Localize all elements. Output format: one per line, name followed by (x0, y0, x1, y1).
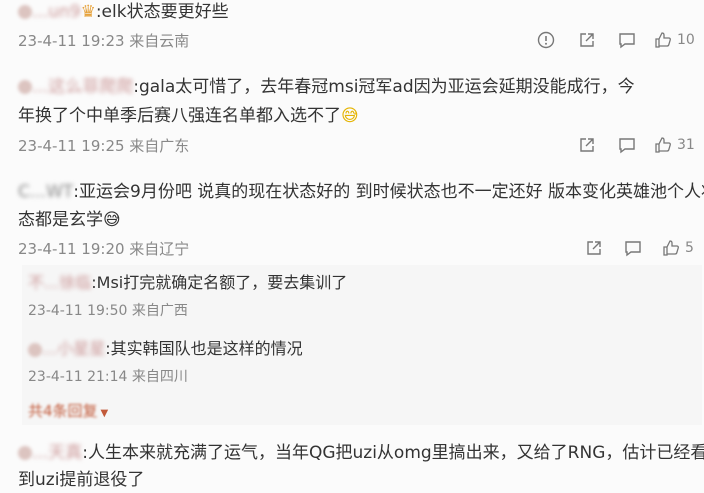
more-replies-label: 共4条回复 (28, 402, 98, 420)
report-icon[interactable] (537, 31, 555, 49)
more-replies-link[interactable]: 共4条回复 ▼ (28, 400, 108, 421)
like-button[interactable]: 31 (654, 136, 695, 154)
like-button[interactable]: 10 (654, 31, 695, 49)
like-button[interactable]: 5 (662, 239, 694, 257)
comment-1-meta: 23-4-11 19:23 来自云南 (18, 32, 190, 50)
avatar (18, 5, 32, 19)
comment-icon[interactable] (618, 136, 636, 154)
comment-1-text-row: ...un9♛:elk状态要更好些 (18, 0, 229, 25)
reply-2-meta: 23-4-11 21:14 来自四川 (28, 369, 188, 385)
avatar (18, 80, 32, 94)
comment-4-username[interactable]: ...天真 (32, 441, 82, 466)
reply-1-text-row: 不...徐临:Msi打完就确定名额了，要去集训了 (28, 270, 347, 295)
thumb-up-icon (655, 137, 671, 153)
comment-4-body-line-1: :人生本来就充满了运气，当年QG把uzi从omg里搞出来，又给了RNG，估计已经… (82, 443, 704, 463)
emoji-icon: 😅 (103, 210, 121, 230)
avatar (28, 342, 42, 357)
comment-3-meta: 23-4-11 19:20 来自辽宁 (18, 240, 190, 258)
comment-2-body-line-1: :gala太可惜了，去年春冠msi冠军ad因为亚运会延期没能成行，今 (133, 77, 635, 97)
avatar (18, 446, 32, 460)
share-icon[interactable] (578, 31, 596, 49)
comment-2-line-1: ...这么菲爬爬:gala太可惜了，去年春冠msi冠军ad因为亚运会延期没能成行… (18, 75, 635, 100)
comment-2-line-2: 年换了个中单季后赛八强连名单都入选不了😅 (18, 104, 359, 129)
crown-icon: ♛ (80, 2, 96, 22)
comment-icon[interactable] (618, 31, 636, 49)
comment-1-username[interactable]: ...un9 (32, 0, 81, 25)
reply-1-meta: 23-4-11 19:50 来自广西 (28, 303, 188, 319)
reply-1-username[interactable]: 不...徐临 (28, 270, 91, 295)
caret-down-icon: ▼ (100, 408, 109, 419)
like-count: 5 (685, 240, 694, 256)
comment-3-body-line-2: 态都是玄学 (18, 210, 103, 230)
reply-1-body: :Msi打完就确定名额了，要去集训了 (91, 273, 348, 292)
like-count: 10 (677, 32, 695, 48)
emoji-icon: 😅 (341, 106, 359, 126)
comment-3-line-1: C...WT:亚运会9月份吧 说真的现在状态好的 到时候状态也不一定还好 版本变… (18, 180, 704, 205)
reply-2-body: :其实韩国队也是这样的情况 (105, 339, 303, 358)
comment-2-meta: 23-4-11 19:25 来自广东 (18, 137, 190, 155)
thumb-up-icon (663, 240, 679, 256)
comment-4-line-1: ...天真:人生本来就充满了运气，当年QG把uzi从omg里搞出来，又给了RNG… (18, 441, 704, 466)
comment-icon[interactable] (624, 239, 642, 257)
comment-4-line-2: 到uzi提前退役了 (18, 470, 145, 490)
reply-2-username[interactable]: ...小星星 (42, 336, 105, 361)
thumb-up-icon (655, 32, 671, 48)
comment-3-line-2: 态都是玄学😅 (18, 208, 121, 233)
comment-3-username[interactable]: C...WT (18, 180, 73, 205)
share-icon[interactable] (578, 136, 596, 154)
comment-1-body: :elk状态要更好些 (95, 2, 229, 22)
comment-2-body-line-2: 年换了个中单季后赛八强连名单都入选不了 (18, 106, 341, 126)
like-count: 31 (677, 137, 695, 153)
reply-2-text-row: ...小星星:其实韩国队也是这样的情况 (28, 336, 303, 361)
share-icon[interactable] (585, 239, 603, 257)
comment-2-username[interactable]: ...这么菲爬爬 (32, 75, 133, 100)
comment-3-body-line-1: :亚运会9月份吧 说真的现在状态好的 到时候状态也不一定还好 版本变化英雄池个人… (73, 182, 704, 202)
